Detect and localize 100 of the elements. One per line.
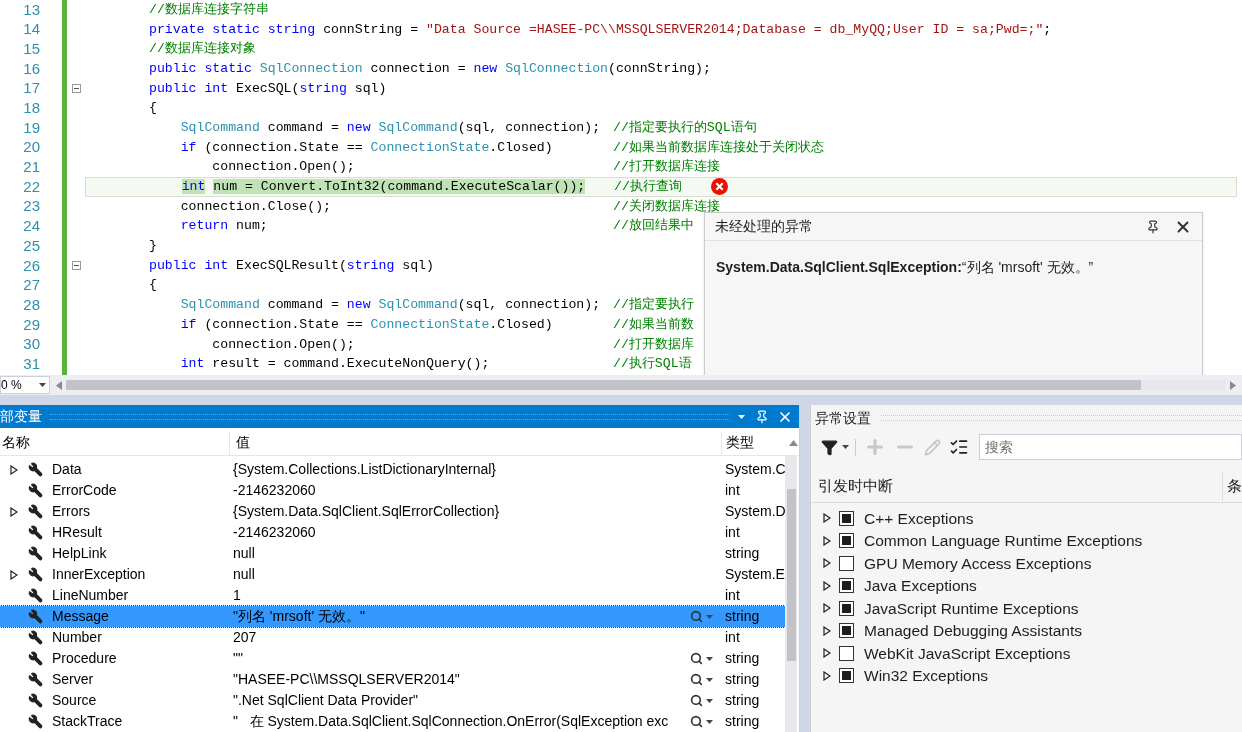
variable-name: HelpLink [52, 544, 107, 563]
wrench-icon [28, 609, 43, 624]
line-number: 17 [22, 78, 40, 99]
scroll-left-icon[interactable] [56, 380, 62, 390]
search-icon[interactable] [690, 652, 703, 665]
expand-icon[interactable] [823, 513, 831, 524]
checkbox[interactable] [839, 623, 854, 639]
line-number: 16 [22, 58, 40, 79]
code-comment: //指定要执行的SQL语句 [613, 118, 757, 137]
variable-name: Source [52, 691, 97, 710]
search-icon[interactable] [690, 694, 703, 707]
checkbox[interactable] [839, 645, 854, 661]
exception-category[interactable]: Java Exceptions [864, 574, 977, 598]
search-icon[interactable] [690, 673, 703, 686]
list-icon[interactable] [949, 437, 969, 457]
column-header[interactable]: 名称 [0, 431, 229, 455]
expand-icon[interactable] [10, 464, 18, 475]
variable-row[interactable]: Number 207 int [0, 627, 785, 648]
wrench-icon [28, 630, 43, 645]
horizontal-scrollbar[interactable] [66, 380, 1226, 390]
caret-icon[interactable] [738, 414, 745, 419]
wrench-icon [28, 525, 43, 540]
scroll-right-icon[interactable] [1230, 380, 1236, 390]
expand-icon[interactable] [823, 535, 831, 546]
wrench-icon [28, 546, 43, 561]
expand-icon[interactable] [823, 580, 831, 591]
checkbox[interactable] [839, 668, 854, 684]
variable-value: ".Net SqlClient Data Provider" [233, 691, 419, 710]
caret-icon[interactable] [842, 445, 849, 449]
exception-category[interactable]: WebKit JavaScript Exceptions [864, 641, 1071, 665]
exception-category[interactable]: JavaScript Runtime Exceptions [864, 596, 1079, 620]
variable-row[interactable]: Errors {System.Data.SqlClient.SqlErrorCollection} System.D [0, 501, 785, 522]
variable-row[interactable]: Data {System.Collections.ListDictionaryInternal} System.C [0, 459, 785, 480]
variable-value: 1 [233, 586, 242, 605]
expand-icon[interactable] [823, 648, 831, 659]
code-line: int num = Convert.ToInt32(command.ExecuteScalar()); [180, 178, 587, 197]
filter-icon[interactable] [821, 438, 838, 456]
search-icon[interactable] [690, 715, 703, 728]
exception-message: System.Data.SqlClient.SqlException:“列名 'mrsoft' 无效。” [716, 259, 1094, 275]
caret-icon[interactable] [706, 719, 713, 724]
variable-row[interactable]: Server "HASEE-PC\\MSSQLSERVER2014" string [0, 669, 785, 690]
wrench-icon [28, 588, 43, 603]
code-line: } [149, 237, 158, 256]
variable-row[interactable]: Source ".Net SqlClient Data Provider" string [0, 690, 785, 711]
line-number: 22 [22, 176, 40, 197]
expand-icon[interactable] [10, 569, 18, 580]
code-comment: //关闭数据库连接 [613, 197, 720, 216]
variable-row[interactable]: Procedure "" string [0, 648, 785, 669]
pin-icon[interactable] [1146, 219, 1160, 234]
column-header[interactable]: 条 [1222, 470, 1242, 501]
exception-category[interactable]: C++ Exceptions [864, 506, 974, 530]
variable-row[interactable]: HResult -2146232060 int [0, 522, 785, 543]
collapse-icon[interactable] [71, 261, 81, 271]
exception-category[interactable]: Managed Debugging Assistants [864, 619, 1082, 643]
expand-icon[interactable] [823, 603, 831, 614]
variable-row[interactable]: HelpLink null string [0, 543, 785, 564]
line-number: 14 [22, 19, 40, 40]
pin-icon[interactable] [755, 409, 769, 424]
checkbox[interactable] [839, 510, 854, 526]
expand-icon[interactable] [10, 506, 18, 517]
zoom-dropdown[interactable]: 0 % [0, 376, 50, 394]
code-line: connection.Open(); [211, 158, 356, 177]
caret-icon[interactable] [706, 677, 713, 682]
expand-icon[interactable] [823, 625, 831, 636]
vertical-scrollbar[interactable] [785, 456, 797, 732]
checkbox[interactable] [839, 600, 854, 616]
caret-icon[interactable] [39, 383, 46, 387]
variable-value: "" [233, 649, 244, 668]
caret-icon[interactable] [706, 698, 713, 703]
exception-category[interactable]: Win32 Exceptions [864, 664, 989, 688]
line-number: 23 [22, 196, 40, 217]
variable-type: int [724, 628, 741, 647]
variable-type: string [724, 712, 761, 731]
variable-row[interactable]: StackTrace " 在 System.Data.SqlClient.SqlConnection.OnError(SqlException exc string [0, 711, 785, 732]
column-header[interactable]: 值 [229, 431, 721, 455]
checkbox[interactable] [839, 578, 854, 594]
variable-row[interactable]: LineNumber 1 int [0, 585, 785, 606]
variable-row[interactable]: ErrorCode -2146232060 int [0, 480, 785, 501]
checkbox[interactable] [839, 533, 854, 549]
scroll-up-icon[interactable] [789, 440, 798, 446]
expand-icon[interactable] [823, 670, 831, 681]
caret-icon[interactable] [706, 656, 713, 661]
code-line: //数据库连接字符串 [149, 0, 270, 19]
variable-row[interactable]: InnerException null System.E [0, 564, 785, 585]
exception-category[interactable]: GPU Memory Access Exceptions [864, 551, 1092, 575]
code-line: return num; [179, 217, 269, 236]
code-line: //数据库连接对象 [149, 40, 257, 59]
column-header[interactable]: 引发时中断 [811, 470, 1222, 501]
code-comment: //执行查询 [614, 178, 682, 197]
checkbox[interactable] [839, 555, 854, 571]
expand-icon[interactable] [823, 558, 831, 569]
exception-category[interactable]: Common Language Runtime Exceptions [864, 529, 1143, 553]
code-line: { [149, 99, 158, 118]
collapse-icon[interactable] [71, 84, 81, 94]
variable-type: System.C [724, 460, 785, 479]
line-number: 24 [22, 216, 40, 237]
variable-name: Server [52, 670, 94, 689]
search-field[interactable]: 搜索 [979, 434, 1242, 460]
column-header[interactable]: 类型 [721, 431, 785, 455]
wrench-icon [28, 504, 43, 519]
